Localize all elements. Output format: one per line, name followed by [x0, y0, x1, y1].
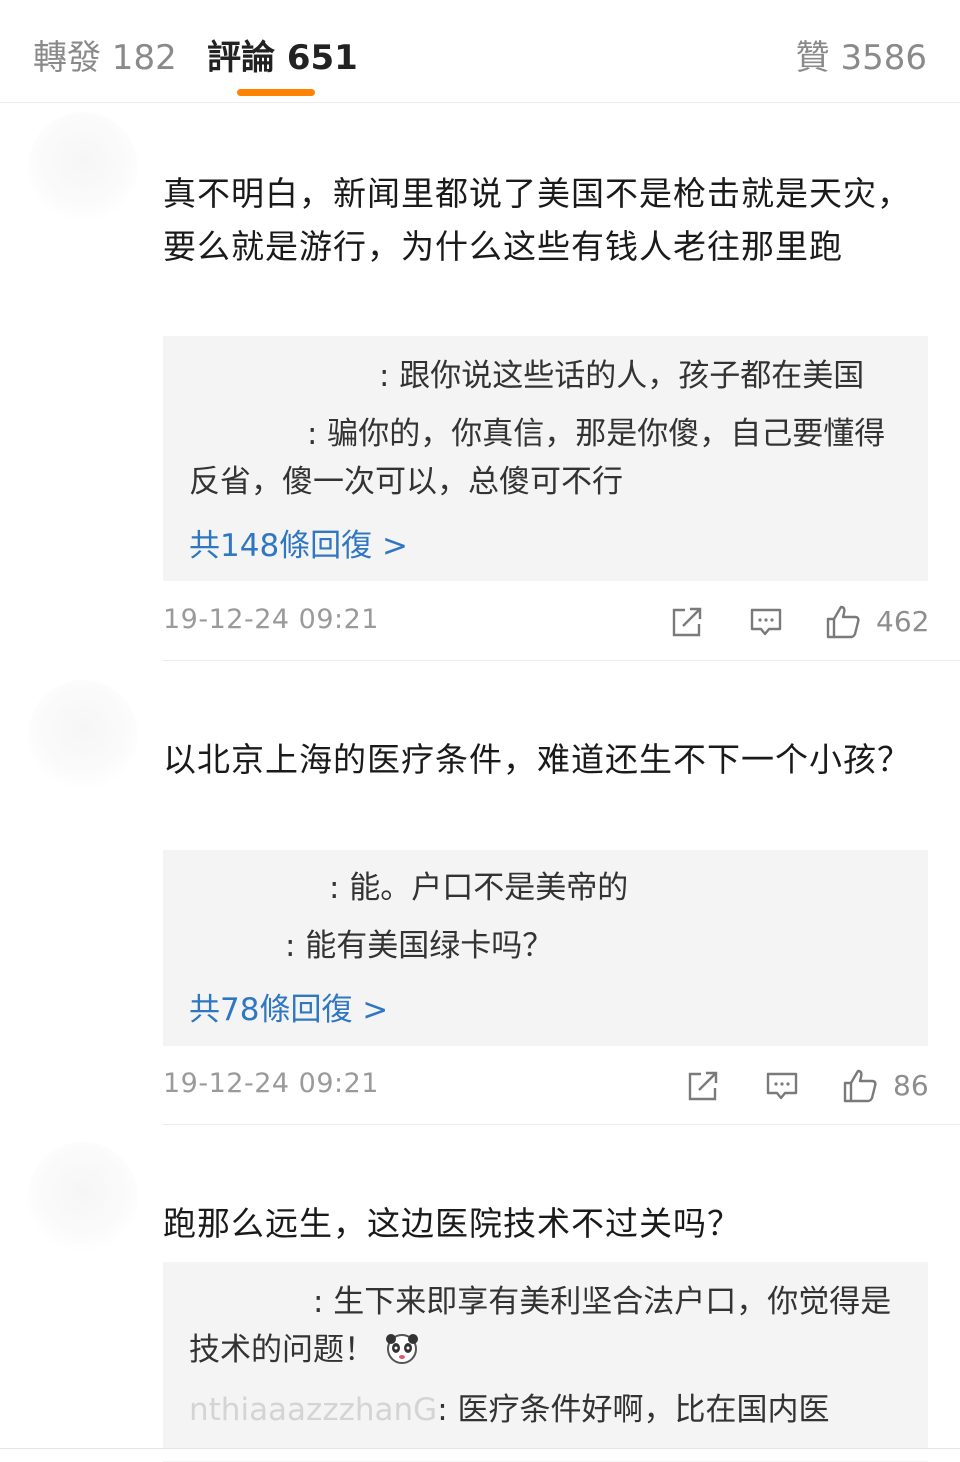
reply-text: : 能。户口不是美帝的 [329, 870, 629, 906]
reply-text: : 医疗条件好啊，比在国内医 [437, 1392, 830, 1428]
reply-username[interactable]: nthiaaazzzhanG [189, 1392, 437, 1428]
view-all-replies-link[interactable]: 共78條回復 > [189, 984, 388, 1029]
reply-text: : 生下来即享有美利坚合法户口，你觉得是技术的问题！ [189, 1284, 892, 1368]
reply-item: : 能有美国绿卡吗？ [189, 922, 909, 970]
reply-item: : 生下来即享有美利坚合法户口，你觉得是技术的问题！ [189, 1278, 909, 1374]
comment-meta: 19-12-24 09:21 462 [163, 604, 930, 644]
reply-item: : 跟你说这些话的人，孩子都在美国 [189, 352, 909, 400]
divider [163, 660, 960, 661]
reply-item: : 能。户口不是美帝的 [189, 864, 909, 912]
view-all-replies-link[interactable]: 共148條回復 > [189, 520, 408, 565]
comment-meta: 19-12-24 09:21 86 [163, 1068, 929, 1108]
like-count: 86 [893, 1069, 929, 1102]
avatar[interactable] [28, 1142, 138, 1252]
reply-box[interactable]: : 生下来即享有美利坚合法户口，你觉得是技术的问题！ nthiaaazzzhan… [163, 1262, 928, 1462]
reply-box[interactable]: : 跟你说这些话的人，孩子都在美国 : 骗你的，你真信，那是你傻，自己要懂得反省… [163, 336, 928, 581]
reply-text: : 骗你的，你真信，那是你傻，自己要懂得反省，傻一次可以，总傻可不行 [189, 416, 886, 500]
reply-item: nthiaaazzzhanG: 医疗条件好啊，比在国内医 [189, 1386, 909, 1434]
reply-text: : 能有美国绿卡吗？ [285, 928, 554, 964]
share-icon[interactable] [669, 604, 705, 640]
share-icon[interactable] [685, 1068, 721, 1104]
comment-time: 19-12-24 09:21 [163, 604, 379, 635]
comment-text: 跑那么远生，这边医院技术不过关吗？ [163, 1204, 741, 1243]
thumbs-up-icon[interactable] [842, 1068, 878, 1104]
reply-item: : 骗你的，你真信，那是你傻，自己要懂得反省，傻一次可以，总傻可不行 [189, 410, 909, 506]
comment-icon[interactable] [764, 1068, 800, 1104]
avatar[interactable] [28, 680, 138, 790]
reply-text: : 跟你说这些话的人，孩子都在美国 [379, 358, 865, 394]
active-tab-indicator [237, 89, 315, 96]
comment-text: 真不明白，新闻里都说了美国不是枪击就是天灾，要么就是游行，为什么这些有钱人老往那… [163, 174, 911, 266]
bottom-bar [0, 1448, 960, 1461]
tab-reposts[interactable]: 轉發 182 [33, 30, 177, 79]
panda-emoji-icon [385, 1334, 418, 1364]
reply-box[interactable]: : 能。户口不是美帝的 : 能有美国绿卡吗？ 共78條回復 > [163, 850, 928, 1046]
comment-text: 以北京上海的医疗条件，难道还生不下一个小孩？ [163, 740, 911, 779]
thumbs-up-icon[interactable] [825, 604, 861, 640]
comment-time: 19-12-24 09:21 [163, 1068, 379, 1099]
tab-comments[interactable]: 評論 651 [207, 30, 358, 79]
like-count: 462 [876, 605, 930, 638]
comment-icon[interactable] [748, 604, 784, 640]
tab-bar: 轉發 182 評論 651 贊 3586 [0, 0, 960, 103]
avatar[interactable] [28, 112, 138, 222]
divider [163, 1124, 960, 1125]
tab-likes[interactable]: 贊 3586 [796, 30, 927, 79]
